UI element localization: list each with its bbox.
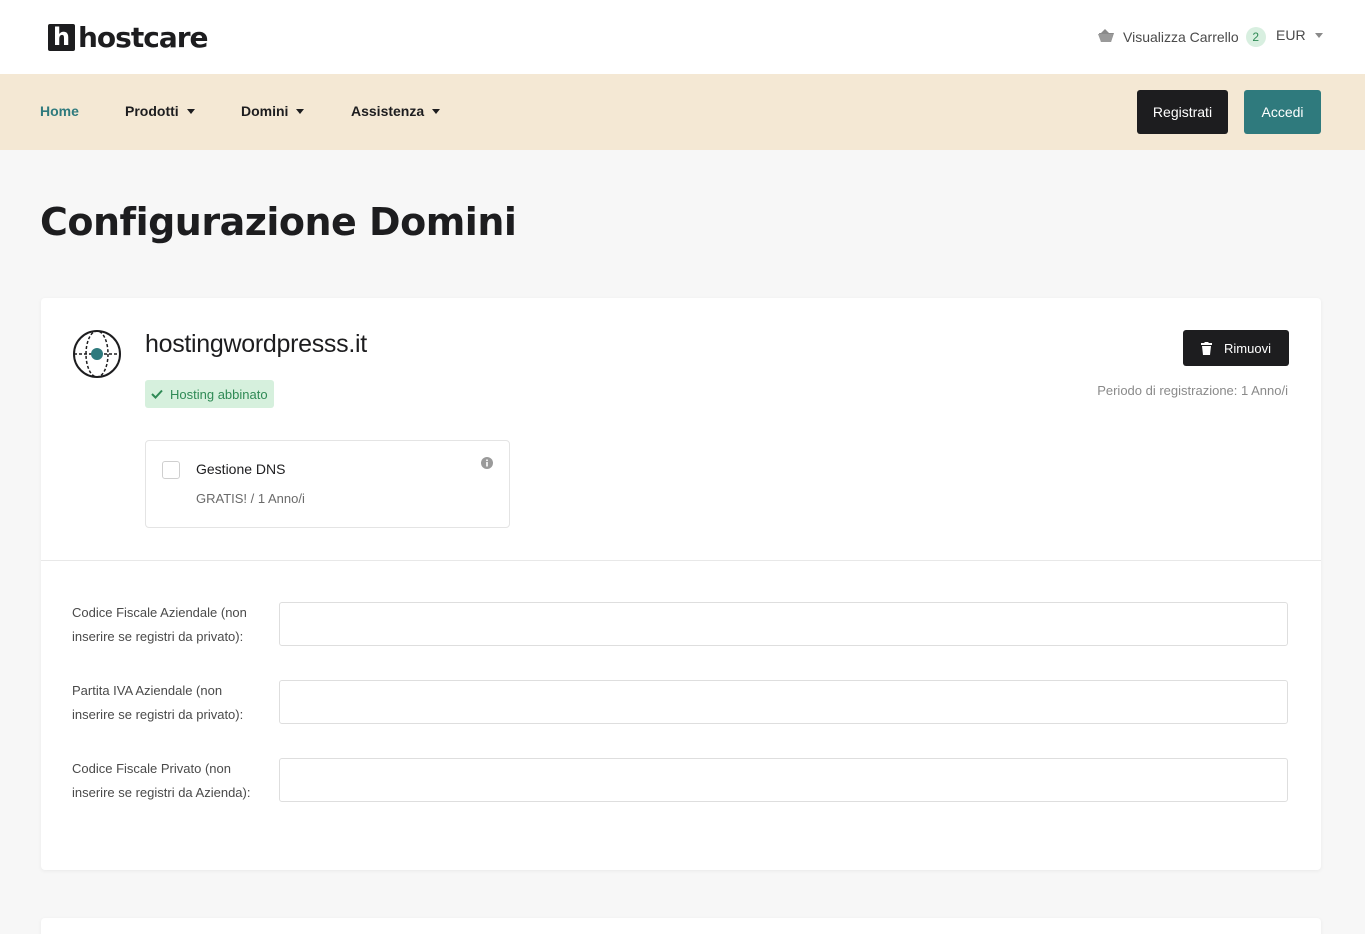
cart-icon bbox=[1096, 29, 1114, 42]
nav-item-label: Home bbox=[40, 103, 79, 119]
chevron-down-icon bbox=[1314, 32, 1323, 38]
addon-checkbox[interactable] bbox=[162, 461, 180, 479]
addon-title: Gestione DNS bbox=[196, 461, 286, 477]
page-title: Configurazione Domini bbox=[40, 200, 517, 244]
view-cart-link[interactable]: Visualizza Carrello 2 bbox=[1095, 26, 1266, 48]
top-header: h hostcare Visualizza Carrello 2 EUR bbox=[0, 0, 1365, 74]
addon-dns-management[interactable]: Gestione DNS GRATIS! / 1 Anno/i bbox=[145, 440, 510, 528]
company-vat-input[interactable] bbox=[279, 680, 1288, 724]
field-label-private-tax-code: Codice Fiscale Privato (non inserire se … bbox=[72, 761, 251, 800]
divider bbox=[41, 560, 1321, 561]
chevron-down-icon bbox=[432, 108, 441, 114]
nav-item-prodotti[interactable]: Prodotti bbox=[125, 103, 195, 119]
check-icon bbox=[151, 389, 163, 399]
logo-mark: h bbox=[48, 23, 75, 51]
nav-item-label: Prodotti bbox=[125, 103, 179, 119]
chevron-down-icon bbox=[296, 108, 305, 114]
currency-selector[interactable]: EUR bbox=[1276, 27, 1323, 43]
cart-label: Visualizza Carrello bbox=[1123, 29, 1239, 45]
addon-price: GRATIS! / 1 Anno/i bbox=[196, 491, 305, 506]
chevron-down-icon bbox=[186, 108, 195, 114]
field-label-company-vat: Partita IVA Aziendale (non inserire se r… bbox=[72, 683, 244, 722]
nav-item-home[interactable]: Home bbox=[40, 103, 79, 119]
main-nav: Home Prodotti Domini Assistenza Registra… bbox=[0, 74, 1365, 150]
field-label-company-tax-code: Codice Fiscale Aziendale (non inserire s… bbox=[72, 605, 247, 644]
company-tax-code-input[interactable] bbox=[279, 602, 1288, 646]
domain-name: hostingwordpresss.it bbox=[145, 330, 367, 358]
register-button[interactable]: Registrati bbox=[1137, 90, 1228, 134]
globe-icon bbox=[73, 330, 121, 378]
hosting-linked-badge: Hosting abbinato bbox=[145, 380, 274, 408]
logo-text: hostcare bbox=[78, 20, 209, 54]
login-button[interactable]: Accedi bbox=[1244, 90, 1321, 134]
cart-count-badge: 2 bbox=[1245, 27, 1266, 47]
remove-button[interactable]: Rimuovi bbox=[1183, 330, 1289, 366]
info-icon[interactable] bbox=[481, 457, 493, 469]
remove-label: Rimuovi bbox=[1224, 340, 1271, 356]
registration-period: Periodo di registrazione: 1 Anno/i bbox=[1097, 383, 1288, 398]
nav-item-label: Assistenza bbox=[351, 103, 425, 119]
nav-item-label: Domini bbox=[241, 103, 289, 119]
nav-item-assistenza[interactable]: Assistenza bbox=[351, 103, 441, 119]
currency-label: EUR bbox=[1276, 27, 1306, 43]
logo[interactable]: h hostcare bbox=[48, 20, 209, 54]
badge-label: Hosting abbinato bbox=[170, 386, 268, 402]
next-card bbox=[41, 918, 1321, 934]
private-tax-code-input[interactable] bbox=[279, 758, 1288, 802]
nav-item-domini[interactable]: Domini bbox=[241, 103, 305, 119]
domain-config-card: hostingwordpresss.it Hosting abbinato Ri… bbox=[41, 298, 1321, 870]
trash-icon bbox=[1201, 341, 1213, 355]
